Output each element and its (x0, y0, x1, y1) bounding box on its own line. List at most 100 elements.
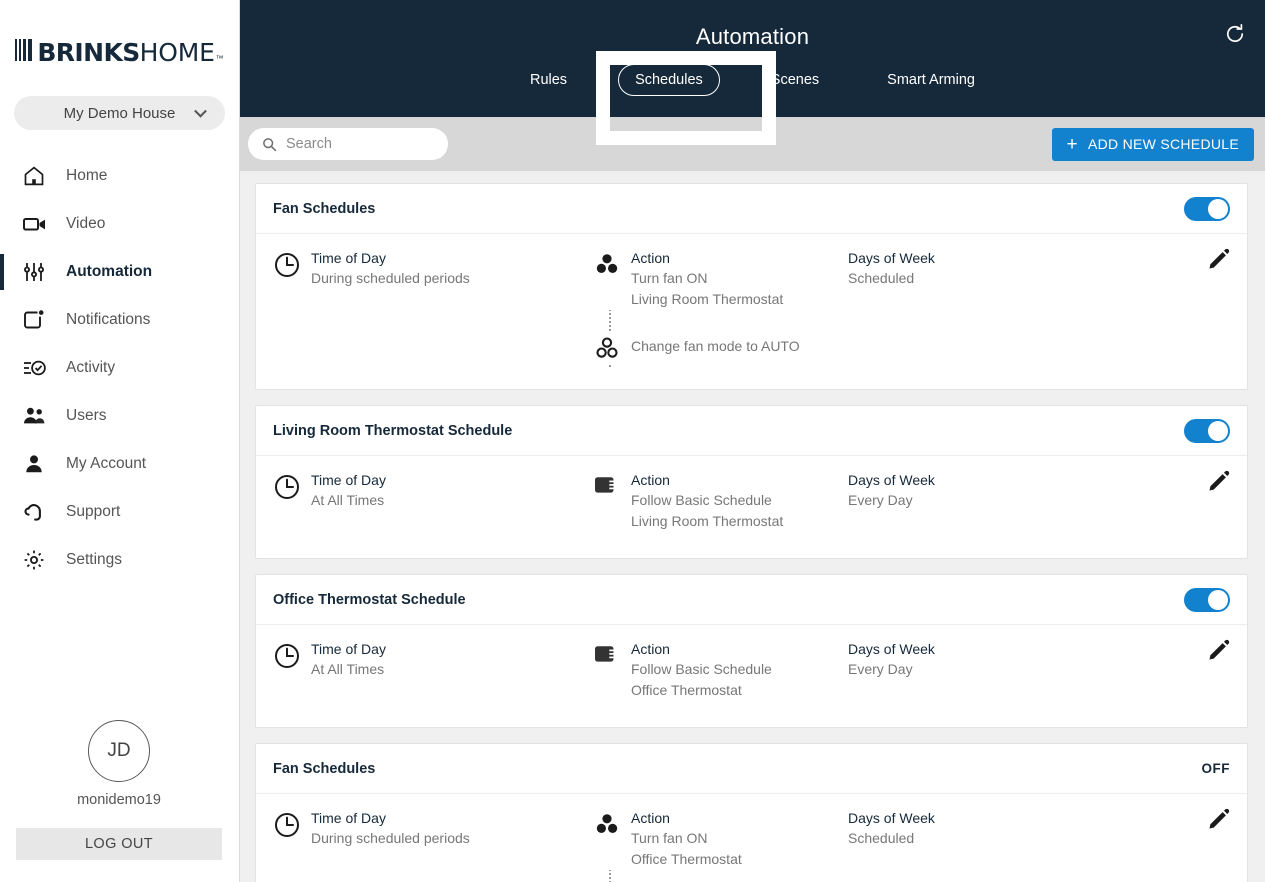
top-header: Automation Rules Schedules Scenes Smart … (240, 0, 1265, 117)
fan-outline-icon (593, 332, 631, 363)
action-label: Action (631, 472, 670, 488)
pencil-icon[interactable] (1208, 639, 1230, 661)
schedule-card: Fan Schedules OFF Time of Day During sch… (255, 743, 1248, 882)
time-of-day-column: Time of Day At All Times (273, 470, 593, 532)
headset-icon (22, 499, 52, 525)
time-of-day-column: Time of Day During scheduled periods (273, 248, 593, 363)
search-box[interactable] (248, 128, 448, 160)
action-line-1: Turn fan ON (631, 830, 708, 846)
sidebar-item-label: My Account (66, 455, 147, 472)
sidebar-item-automation[interactable]: Automation (0, 248, 239, 296)
schedule-card-body: Time of Day At All Times Action Follow B… (256, 625, 1247, 727)
pencil-icon[interactable] (1208, 248, 1230, 270)
days-of-week-column: Days of Week Every Day (848, 639, 1230, 701)
tab-bar: Rules Schedules Scenes Smart Arming (240, 64, 1265, 96)
search-icon (262, 137, 277, 152)
sidebar-item-label: Activity (66, 359, 116, 376)
sidebar-item-users[interactable]: Users (0, 392, 239, 440)
gear-icon (22, 547, 52, 573)
house-selector-label: My Demo House (63, 104, 176, 122)
time-of-day-column: Time of Day At All Times (273, 639, 593, 701)
sidebar-item-label: Notifications (66, 311, 151, 328)
pencil-icon[interactable] (1208, 808, 1230, 830)
activity-check-icon (22, 355, 52, 381)
days-of-week-label: Days of Week (848, 641, 935, 657)
house-selector[interactable]: My Demo House (14, 96, 225, 130)
clock-icon (273, 470, 311, 532)
search-input[interactable] (286, 136, 434, 152)
time-of-day-label: Time of Day (311, 810, 386, 826)
days-of-week-value: Scheduled (848, 830, 915, 846)
log-out-button[interactable]: LOG OUT (16, 828, 222, 860)
avatar: JD (88, 720, 150, 782)
status-badge: OFF (1201, 761, 1230, 776)
clock-icon (273, 808, 311, 882)
tab-rules[interactable]: Rules (513, 64, 584, 96)
schedule-card: Office Thermostat Schedule Time of Day A… (255, 574, 1248, 728)
add-new-schedule-button[interactable]: + ADD NEW SCHEDULE (1051, 127, 1254, 161)
days-of-week-column: Days of Week Scheduled (848, 808, 1230, 882)
chevron-down-icon (194, 104, 207, 118)
schedule-card: Living Room Thermostat Schedule Time of … (255, 405, 1248, 559)
action-column: Action Follow Basic Schedule Office Ther… (593, 639, 848, 701)
days-of-week-label: Days of Week (848, 472, 935, 488)
time-of-day-value: During scheduled periods (311, 830, 470, 846)
toolbar: + ADD NEW SCHEDULE (240, 117, 1265, 171)
schedule-enable-toggle[interactable] (1184, 418, 1230, 443)
sidebar: BRINKS HOME ™ My Demo House Home Video A… (0, 0, 240, 882)
clock-icon (273, 248, 311, 363)
sidebar-item-home[interactable]: Home (0, 152, 239, 200)
schedule-enable-toggle[interactable] (1184, 196, 1230, 221)
days-of-week-column: Days of Week Every Day (848, 470, 1230, 532)
schedule-title: Fan Schedules (273, 760, 376, 777)
sidebar-item-label: Users (66, 407, 107, 424)
sidebar-item-notifications[interactable]: Notifications (0, 296, 239, 344)
app-root: BRINKS HOME ™ My Demo House Home Video A… (0, 0, 1265, 882)
days-of-week-label: Days of Week (848, 250, 935, 266)
days-of-week-value: Every Day (848, 661, 913, 677)
sidebar-item-label: Home (66, 167, 108, 184)
trademark-symbol: ™ (215, 53, 224, 63)
days-of-week-value: Every Day (848, 492, 913, 508)
action-line-1: Follow Basic Schedule (631, 661, 772, 677)
schedule-card: Fan Schedules Time of Day During schedul… (255, 183, 1248, 390)
brinks-bars-icon (15, 38, 34, 61)
days-of-week-label: Days of Week (848, 810, 935, 826)
action-row: Action Follow Basic Schedule Office Ther… (593, 639, 772, 701)
action-line-1: Turn fan ON (631, 270, 708, 286)
sliders-icon (22, 259, 52, 285)
main-area: Automation Rules Schedules Scenes Smart … (240, 0, 1265, 882)
action-label: Action (631, 641, 670, 657)
thermostat-icon (593, 639, 631, 701)
time-of-day-column: Time of Day During scheduled periods (273, 808, 593, 882)
time-of-day-label: Time of Day (311, 250, 386, 266)
sidebar-item-my-account[interactable]: My Account (0, 440, 239, 488)
sidebar-item-settings[interactable]: Settings (0, 536, 239, 584)
brand-name-light: HOME (139, 37, 215, 67)
action-row: Action Turn fan ON Living Room Thermosta… (593, 248, 800, 310)
fan-solid-icon (593, 248, 631, 310)
refresh-icon[interactable] (1223, 22, 1247, 46)
schedule-card-header: Living Room Thermostat Schedule (256, 406, 1247, 456)
action-line-2: Living Room Thermostat (631, 513, 784, 529)
sidebar-nav: Home Video Automation Notifications Acti… (0, 152, 239, 584)
schedule-title: Fan Schedules (273, 200, 376, 217)
action-row: Action Turn fan ON Office Thermostat (593, 808, 800, 870)
pencil-icon[interactable] (1208, 470, 1230, 492)
brand-logo: BRINKS HOME ™ (0, 0, 239, 96)
user-block: JD monidemo19 LOG OUT (0, 720, 238, 882)
tab-scenes[interactable]: Scenes (754, 64, 836, 96)
action-column: Action Turn fan ON Living Room Thermosta… (593, 248, 848, 367)
sidebar-item-activity[interactable]: Activity (0, 344, 239, 392)
schedule-card-header: Office Thermostat Schedule (256, 575, 1247, 625)
schedule-enable-toggle[interactable] (1184, 587, 1230, 612)
clock-icon (273, 639, 311, 701)
tab-schedules[interactable]: Schedules (618, 64, 720, 96)
schedule-card-body: Time of Day During scheduled periods Act… (256, 234, 1247, 389)
thermostat-icon (593, 470, 631, 532)
avatar-initials: JD (107, 740, 131, 761)
sidebar-item-support[interactable]: Support (0, 488, 239, 536)
sidebar-item-video[interactable]: Video (0, 200, 239, 248)
tab-smart-arming[interactable]: Smart Arming (870, 64, 992, 96)
days-of-week-value: Scheduled (848, 270, 915, 286)
